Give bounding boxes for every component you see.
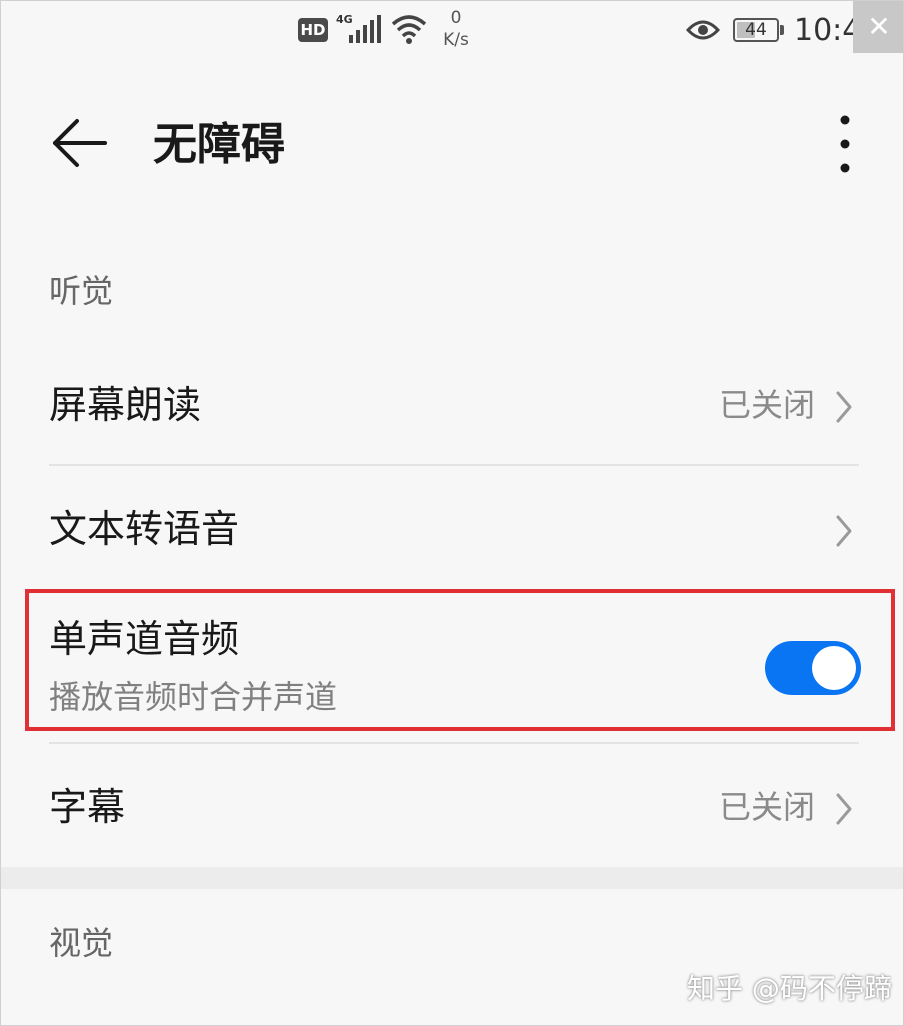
- setting-row-text-to-speech[interactable]: 文本转语音: [1, 497, 903, 561]
- setting-status: 已关闭: [718, 386, 815, 424]
- setting-title: 屏幕朗读: [49, 383, 202, 427]
- hd-badge: HD: [298, 18, 328, 42]
- setting-row-screen-reader[interactable]: 屏幕朗读 已关闭: [1, 373, 903, 437]
- back-arrow-icon[interactable]: [49, 115, 109, 171]
- chevron-right-icon: [836, 515, 852, 547]
- screen: HD 4G 0 K/s 44 10:46 ✕ 无障碍 听觉 屏幕朗读 已关闭 文…: [0, 0, 904, 1026]
- setting-title: 字幕: [49, 785, 126, 829]
- network-speed-value: 0: [450, 8, 462, 28]
- chevron-right-icon: [836, 793, 852, 825]
- setting-row-captions[interactable]: 字幕 已关闭: [1, 775, 903, 839]
- more-options-icon[interactable]: [833, 113, 857, 175]
- setting-status: 已关闭: [718, 788, 815, 826]
- network-speed-unit: K/s: [443, 30, 469, 50]
- network-speed: 0 K/s: [438, 7, 474, 51]
- section-label-hearing: 听觉: [49, 272, 114, 310]
- wifi-icon: [391, 15, 427, 44]
- highlight-annotation: [25, 589, 895, 731]
- setting-title: 文本转语音: [49, 507, 240, 551]
- section-gap: [1, 867, 903, 889]
- divider: [49, 464, 859, 466]
- signal-icon: [349, 15, 381, 43]
- battery-level: 44: [745, 20, 767, 40]
- chevron-right-icon: [836, 391, 852, 423]
- status-bar: HD 4G 0 K/s 44 10:46 ✕: [1, 1, 903, 61]
- page-title: 无障碍: [153, 119, 285, 170]
- battery-icon: 44: [733, 18, 779, 42]
- section-label-vision: 视觉: [49, 924, 114, 962]
- eye-icon: [686, 20, 720, 40]
- watermark: 知乎 @码不停蹄: [687, 972, 892, 1005]
- divider: [49, 742, 859, 744]
- close-icon[interactable]: ✕: [853, 1, 903, 53]
- battery-tip: [780, 25, 784, 35]
